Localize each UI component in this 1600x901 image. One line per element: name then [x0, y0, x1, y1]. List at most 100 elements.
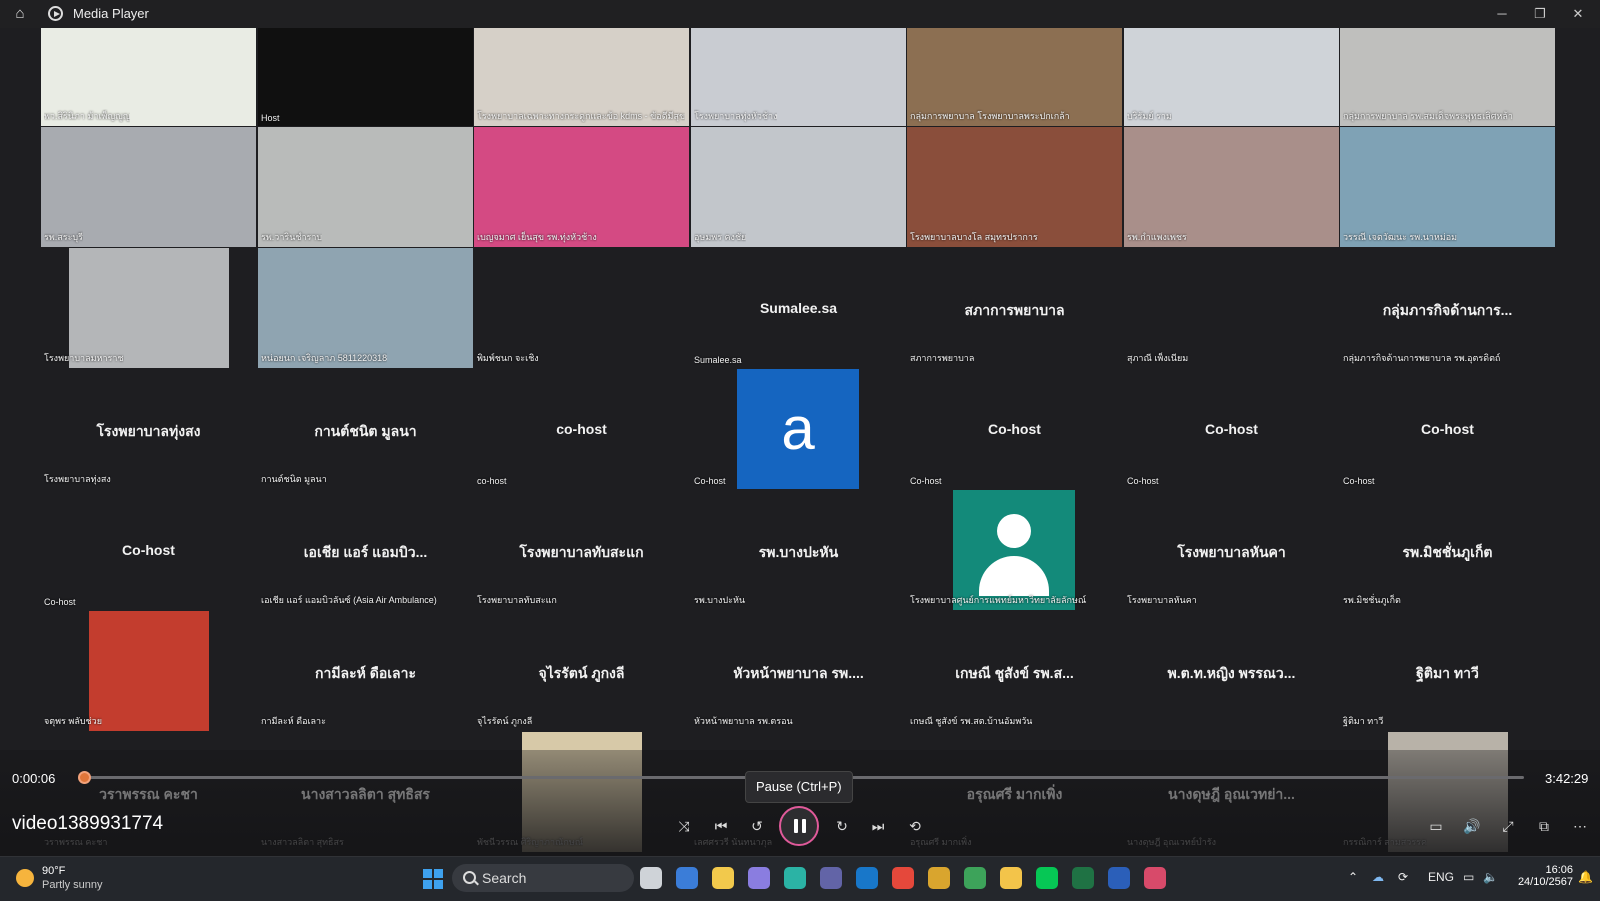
participant-tile[interactable]: สภาการพยาบาล สภาการพยาบาล — [907, 248, 1122, 368]
participant-tile[interactable]: รพ.กำแพงเพชร — [1124, 127, 1339, 247]
pause-button[interactable] — [779, 806, 819, 846]
participant-tile[interactable]: ฐิติมา ทาวี ฐิติมา ทาวี — [1340, 611, 1555, 731]
participant-tile[interactable]: รพ.สระบุรี — [41, 127, 256, 247]
participant-tile[interactable]: อุษมพร คงชัย — [691, 127, 906, 247]
volume-mute-icon[interactable]: 🔈 — [1483, 870, 1498, 884]
file-explorer-icon[interactable] — [1000, 867, 1022, 889]
participant-tile[interactable]: กานต์ชนิต มูลนา กานต์ชนิต มูลนา — [258, 369, 473, 489]
media-player-icon[interactable] — [1144, 867, 1166, 889]
next-icon[interactable]: ⏭ — [866, 814, 890, 838]
participant-name-caption: Co-host — [694, 476, 726, 486]
task-view-icon[interactable] — [640, 867, 662, 889]
chrome-icon[interactable] — [892, 867, 914, 889]
participant-tile[interactable]: สุภาณี เพ็งเนียม — [1124, 248, 1339, 368]
participant-name-caption: Host — [261, 113, 280, 123]
chrome-2-icon[interactable] — [928, 867, 950, 889]
search-icon — [463, 871, 476, 884]
edge-icon[interactable] — [784, 867, 806, 889]
teams-icon[interactable] — [820, 867, 842, 889]
close-icon[interactable]: ✕ — [1564, 4, 1592, 24]
miniplayer-icon[interactable]: ⧉ — [1532, 814, 1556, 838]
participant-video — [1124, 127, 1339, 247]
participant-tile[interactable]: โรงพยาบาลทับสะแก โรงพยาบาลทับสะแก — [474, 490, 689, 610]
volume-icon[interactable]: 🔊 — [1460, 814, 1484, 838]
participant-tile[interactable]: Co-host Co-host — [1124, 369, 1339, 489]
store-icon[interactable] — [676, 867, 698, 889]
participant-display-name: เอเชีย แอร์ แอมบิว... — [303, 544, 428, 560]
participant-tile[interactable]: Co-host Co-host — [907, 369, 1122, 489]
participant-name-caption: บริรัมย์ ราม — [1127, 111, 1172, 121]
participant-tile[interactable]: co-host co-host — [474, 369, 689, 489]
repeat-icon[interactable]: ⟲ — [903, 814, 927, 838]
fullscreen-icon[interactable]: ⤢ — [1496, 814, 1520, 838]
participant-tile[interactable]: โรงพยาบาลศูนย์การแพทย์มหาวิทยาลัยลักษณ์ — [907, 490, 1122, 610]
captions-icon[interactable]: ▭ — [1424, 814, 1448, 838]
participant-name-caption: โรงพยาบาลบางโล สมุทรปราการ — [910, 232, 1038, 242]
copilot-icon[interactable] — [748, 867, 770, 889]
language-indicator[interactable]: ENG — [1428, 870, 1454, 884]
sticky-notes-icon[interactable] — [712, 867, 734, 889]
participant-tile[interactable]: โรงพยาบาลมหาราช — [41, 248, 256, 368]
network-icon[interactable]: ▭ — [1463, 870, 1474, 884]
participant-video — [1183, 248, 1303, 368]
participant-tile[interactable]: เอเชีย แอร์ แอมบิว... เอเชีย แอร์ แอมบิวล… — [258, 490, 473, 610]
search-box[interactable]: Search — [452, 864, 634, 892]
participant-tile[interactable]: กลุ่มภารกิจด้านการ... กลุ่มภารกิจด้านการพ… — [1340, 248, 1555, 368]
participant-tile[interactable]: โรงพยาบาลทุ่งสง โรงพยาบาลทุ่งสง — [41, 369, 256, 489]
participant-tile[interactable]: a Co-host — [691, 369, 906, 489]
notification-bell-icon[interactable]: 🔔 — [1578, 870, 1593, 884]
windows-start-icon[interactable] — [423, 869, 443, 889]
participant-tile[interactable]: รพ.วารินชำราบ — [258, 127, 473, 247]
participant-tile[interactable]: หน่อยนก เจริญลาภ 5811220318 — [258, 248, 473, 368]
chrome-3-icon[interactable] — [964, 867, 986, 889]
shuffle-icon[interactable]: ⤨ — [672, 814, 696, 838]
participant-name-caption: หัวหน้าพยาบาล รพ.ตรอน — [694, 716, 793, 726]
onedrive-icon[interactable]: ☁ — [1372, 870, 1384, 884]
participant-name-caption: กลุ่มภารกิจด้านการพยาบาล รพ.อุตรดิตถ์ — [1343, 353, 1501, 363]
participant-tile[interactable]: เบญจมาศ เย็นสุข รพ.ทุ่งหัวช้าง — [474, 127, 689, 247]
current-time: 0:00:06 — [12, 771, 56, 786]
seek-thumb[interactable] — [77, 771, 91, 784]
participant-tile[interactable]: กามีละห์ ดือเลาะ กามีละห์ ดือเลาะ — [258, 611, 473, 731]
line-icon[interactable] — [1036, 867, 1058, 889]
participant-tile[interactable]: Co-host Co-host — [41, 490, 256, 610]
participant-tile[interactable]: เกษณี ชูสังข์ รพ.ส... เกษณี ชูสังข์ รพ.สต… — [907, 611, 1122, 731]
participant-tile[interactable]: หัวหน้าพยาบาล รพ.... หัวหน้าพยาบาล รพ.ตรอ… — [691, 611, 906, 731]
participant-avatar — [953, 490, 1075, 610]
participant-name-caption: กลุ่มการพยาบาล รพ.สมเด็จพระพุทธเลิศหล้า — [1343, 111, 1513, 121]
more-icon[interactable]: ⋯ — [1568, 814, 1592, 838]
minimize-icon[interactable]: ─ — [1488, 4, 1516, 24]
participant-tile[interactable]: พ.ต.ท.หญิง พรรณว... — [1124, 611, 1339, 731]
rewind-10-icon[interactable]: ↺ — [745, 814, 769, 838]
clock[interactable]: 16:06 24/10/2567 — [1505, 864, 1573, 888]
video-grid: พว.สิรินิภา ม้าเพ็ญญูญ Host โรงพยาบาลเฉพาะ… — [41, 6, 1557, 856]
participant-tile[interactable]: วรรณี เจตวัฒนะ รพ.นาหม่อม — [1340, 127, 1555, 247]
excel-icon[interactable] — [1072, 867, 1094, 889]
forward-30-icon[interactable]: ↻ — [830, 814, 854, 838]
participant-tile[interactable]: จตุพร พลับช่วย — [41, 611, 256, 731]
home-icon[interactable]: ⌂ — [10, 4, 30, 24]
restore-icon[interactable]: ❐ — [1526, 4, 1554, 24]
participant-tile[interactable]: โรงพยาบาลบางโล สมุทรปราการ — [907, 127, 1122, 247]
participant-tile[interactable]: Sumalee.sa Sumalee.sa — [691, 248, 906, 368]
participant-name-caption: Co-host — [1127, 476, 1159, 486]
chevron-up-icon[interactable]: ⌃ — [1348, 870, 1358, 884]
participant-name-caption: โรงพยาบาลทุ่งหัวช้าง — [694, 111, 778, 121]
date: 24/10/2567 — [1517, 876, 1573, 888]
participant-name-caption: สุภาณี เพ็งเนียม — [1127, 353, 1189, 363]
participant-tile[interactable]: พิมพ์ชนก จะเชิง — [474, 248, 689, 368]
participant-tile[interactable]: จุไรรัตน์ ภูกงลี จุไรรัตน์ ภูกงลี — [474, 611, 689, 731]
participant-tile[interactable]: Co-host Co-host — [1340, 369, 1555, 489]
participant-name-caption: Co-host — [910, 476, 942, 486]
outlook-icon[interactable] — [856, 867, 878, 889]
participant-tile[interactable]: รพ.มิชชั่นภูเก็ต รพ.มิชชั่นภูเก็ต — [1340, 490, 1555, 610]
word-icon[interactable] — [1108, 867, 1130, 889]
participant-display-name: Sumalee.sa — [759, 300, 838, 316]
sync-icon[interactable]: ⟳ — [1398, 870, 1408, 884]
participant-tile[interactable]: รพ.บางปะหัน รพ.บางปะหัน — [691, 490, 906, 610]
previous-icon[interactable]: ⏮ — [709, 814, 733, 838]
time: 16:06 — [1545, 864, 1573, 876]
participant-name-caption: Sumalee.sa — [694, 355, 742, 365]
participant-tile[interactable]: โรงพยาบาลหันคา โรงพยาบาลหันคา — [1124, 490, 1339, 610]
video-title: video1389931774 — [12, 813, 164, 834]
